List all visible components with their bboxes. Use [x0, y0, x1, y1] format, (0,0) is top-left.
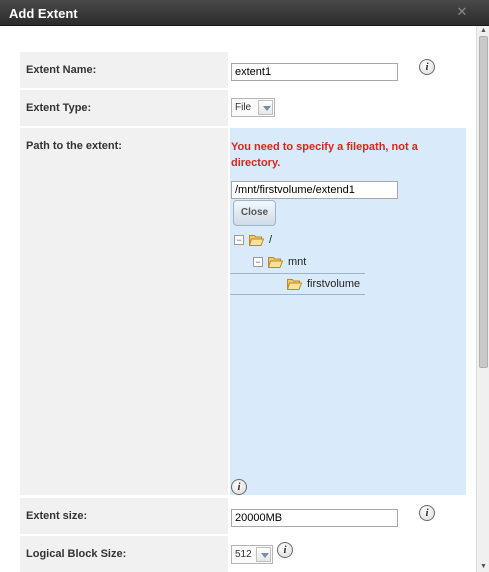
vertical-scrollbar[interactable]: ▲ ▼ [476, 26, 489, 572]
collapse-icon[interactable]: − [253, 257, 263, 267]
extent-type-selected: File [235, 102, 252, 113]
folder-open-icon [268, 256, 283, 268]
extent-name-input[interactable] [231, 63, 398, 81]
chevron-down-icon[interactable] [258, 100, 273, 115]
info-icon[interactable]: i [419, 505, 435, 521]
scroll-up-icon[interactable]: ▲ [479, 27, 488, 35]
extent-type-value-cell: File [230, 90, 466, 126]
path-error-message: You need to specify a filepath, not a di… [231, 141, 418, 169]
extent-size-label-cell: Extent size: [20, 498, 228, 534]
scroll-down-icon[interactable]: ▼ [479, 563, 488, 571]
block-size-value-cell: 512 [230, 536, 466, 572]
extent-name-label-cell: Extent Name: [20, 52, 228, 88]
tree-node-firstvolume[interactable]: firstvolume [307, 278, 360, 290]
extent-size-input[interactable] [231, 509, 398, 527]
block-size-label-cell: Logical Block Size: [20, 536, 228, 572]
collapse-icon[interactable]: − [234, 235, 244, 245]
tree-node-mnt[interactable]: mnt [288, 256, 306, 268]
path-label: Path to the extent: [26, 140, 122, 152]
info-icon[interactable]: i [277, 542, 293, 558]
close-icon[interactable]: ✕ [455, 5, 469, 19]
extent-type-label: Extent Type: [26, 102, 92, 114]
close-browser-button[interactable]: Close [233, 200, 276, 226]
block-size-label: Logical Block Size: [26, 548, 127, 560]
chevron-down-icon[interactable] [256, 547, 271, 562]
folder-open-icon [287, 278, 302, 290]
extent-type-label-cell: Extent Type: [20, 90, 228, 126]
info-icon[interactable]: i [231, 479, 247, 495]
extent-type-select[interactable]: File [231, 98, 275, 117]
info-icon[interactable]: i [419, 59, 435, 75]
block-size-select[interactable]: 512 [231, 545, 273, 564]
tree-node-selected[interactable]: firstvolume [230, 273, 365, 295]
extent-name-label: Extent Name: [26, 64, 97, 76]
dialog-titlebar: Add Extent ✕ [0, 0, 489, 26]
dialog-title: Add Extent [9, 6, 78, 21]
path-panel: You need to specify a filepath, not a di… [230, 128, 466, 495]
scrollbar-thumb[interactable] [479, 36, 488, 368]
path-label-cell: Path to the extent: [20, 128, 228, 495]
path-input[interactable] [231, 181, 398, 199]
folder-open-icon [249, 234, 264, 246]
add-extent-dialog: Add Extent ✕ Extent Name: i Extent Type:… [0, 0, 489, 572]
extent-size-label: Extent size: [26, 510, 88, 522]
block-size-selected: 512 [235, 549, 252, 560]
tree-node-root[interactable]: / [269, 234, 272, 246]
